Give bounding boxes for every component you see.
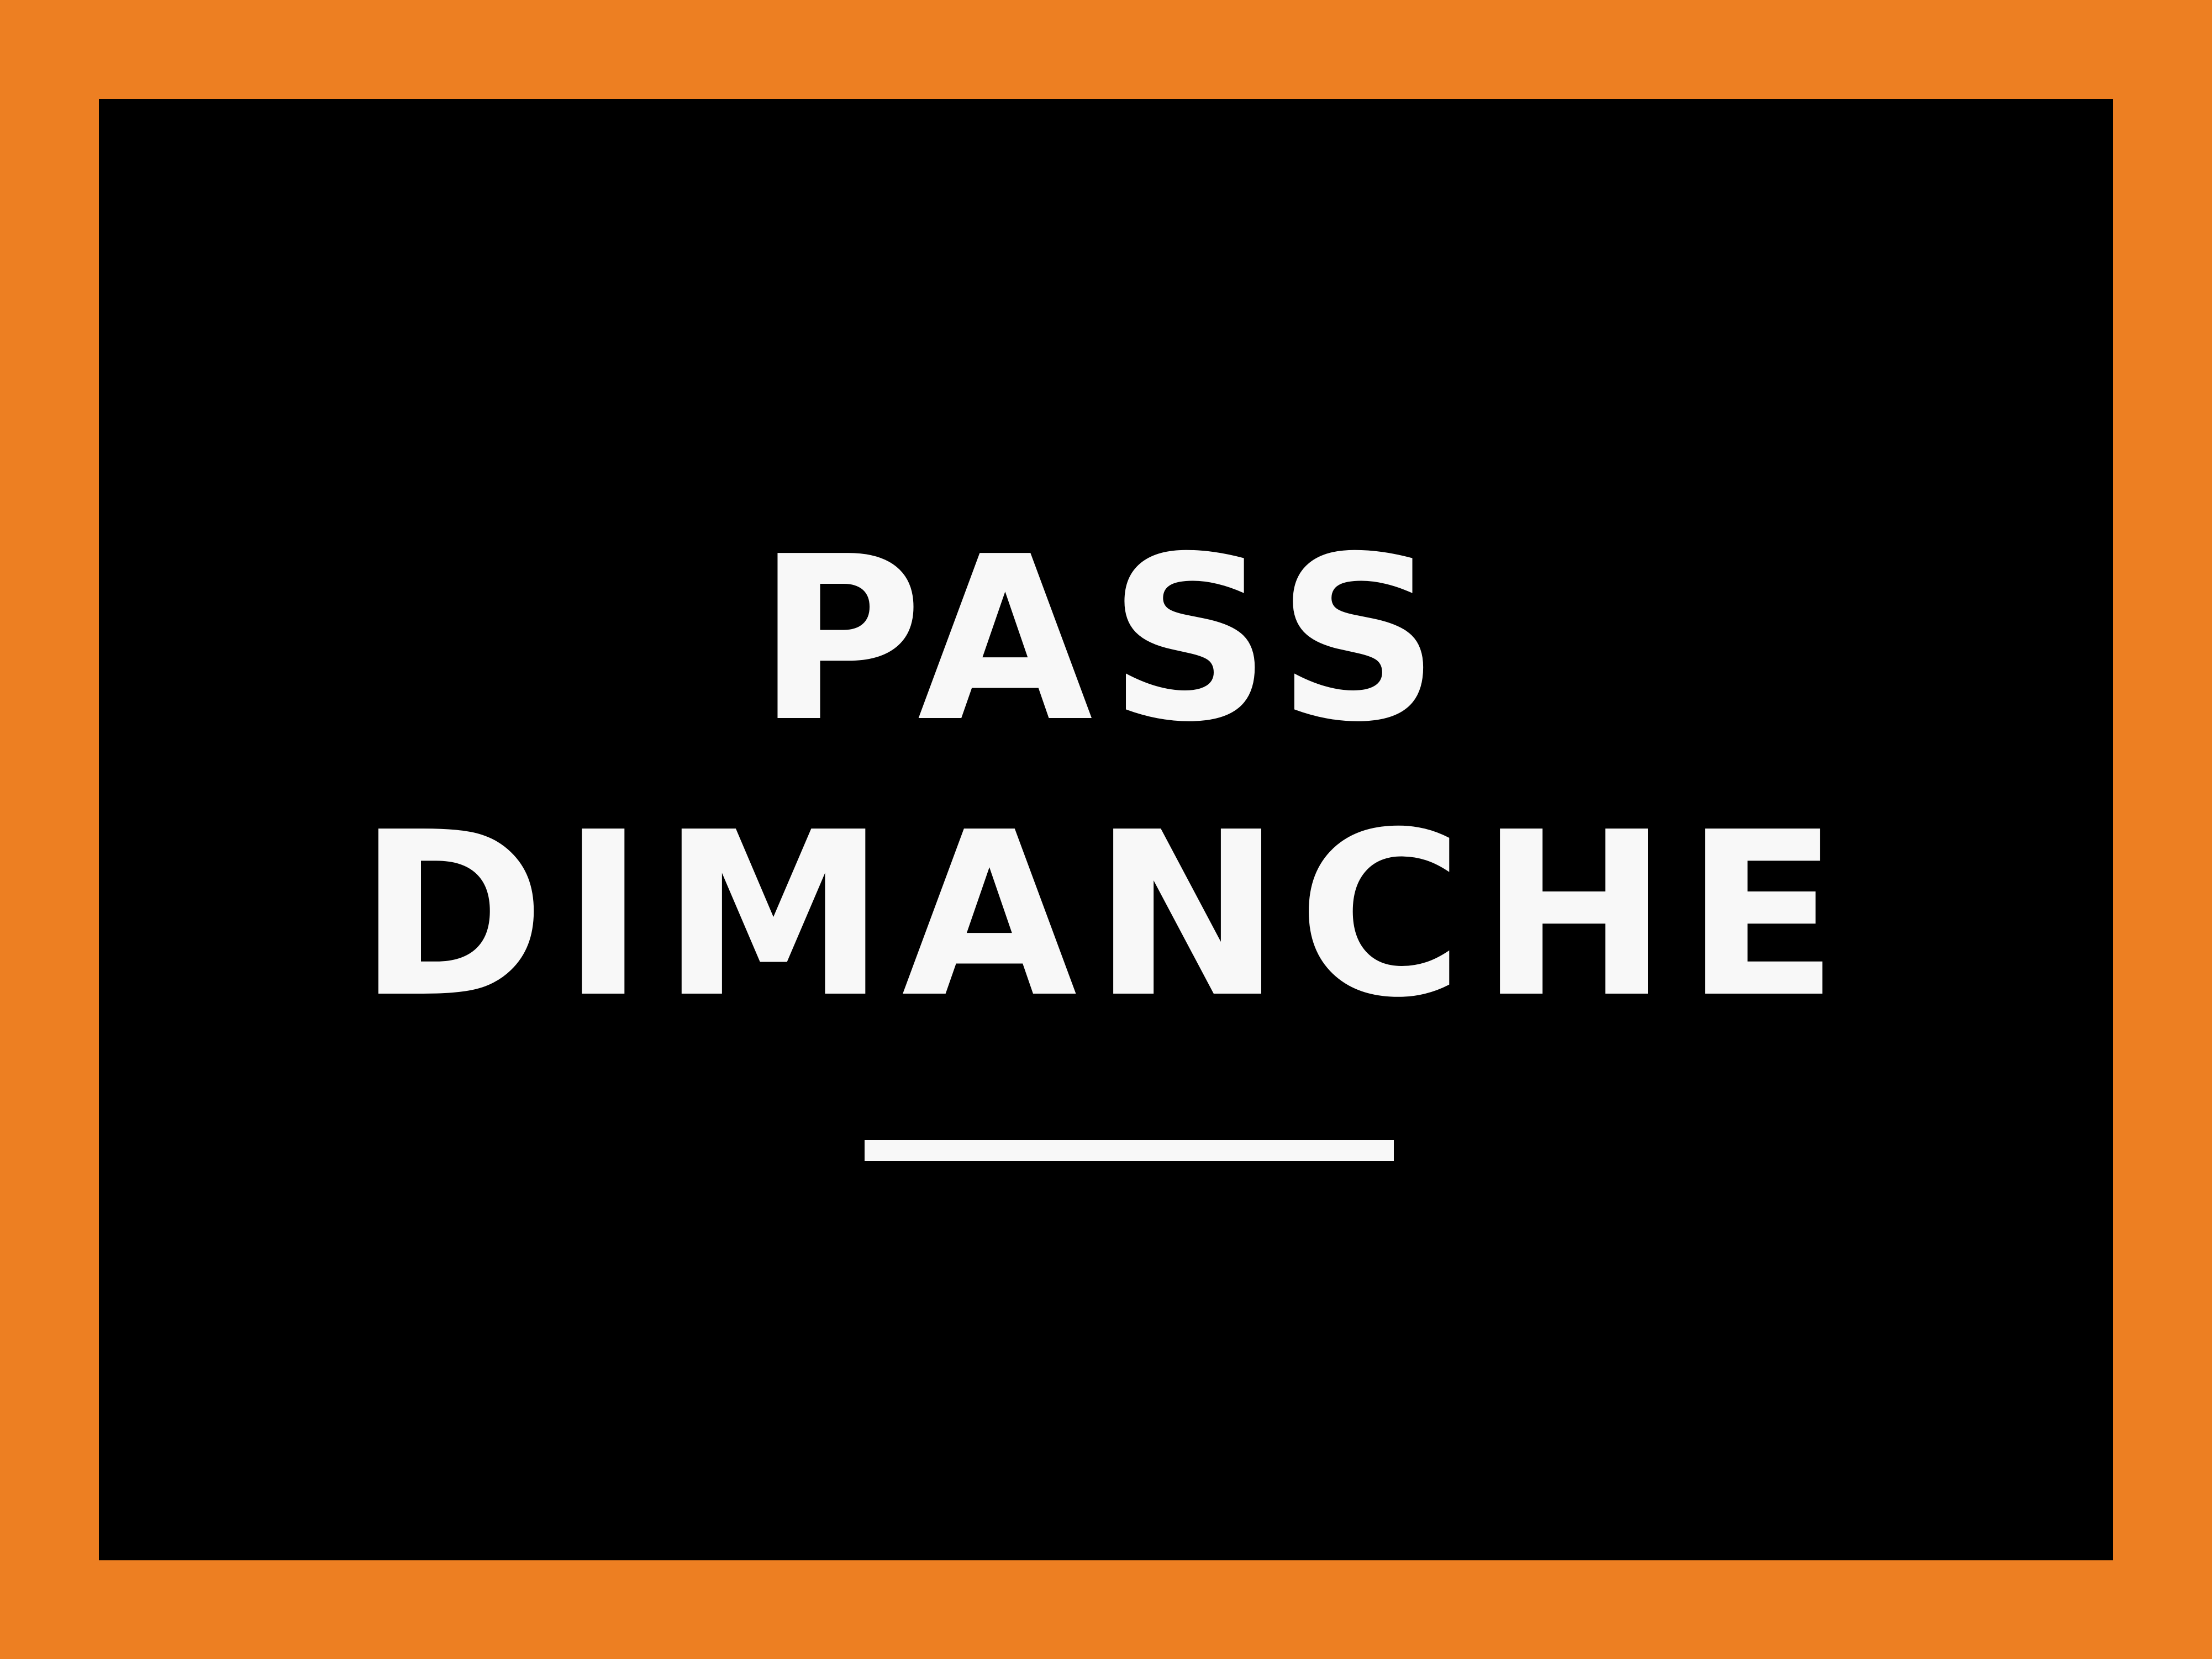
title-line-2: DIMANCHE xyxy=(357,783,1855,1047)
underline-divider xyxy=(865,1140,1394,1161)
orange-frame: PASS DIMANCHE xyxy=(0,0,2212,1659)
black-panel: PASS DIMANCHE xyxy=(99,99,2113,1560)
title-line-1: PASS xyxy=(756,508,1456,772)
